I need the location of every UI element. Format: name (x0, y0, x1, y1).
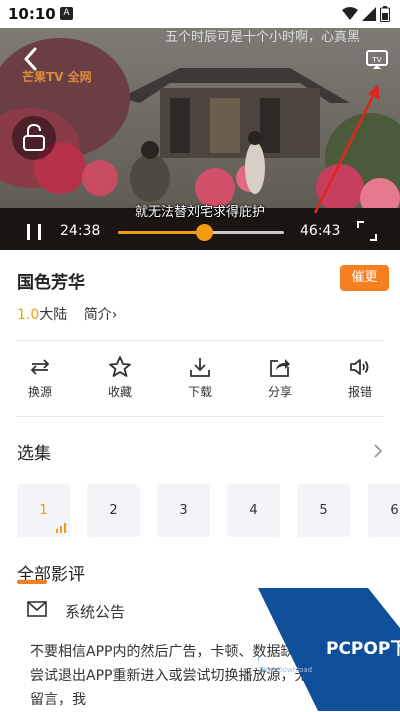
download-icon (190, 358, 210, 377)
episode-item[interactable]: 6 (368, 484, 400, 537)
star-icon (109, 356, 131, 377)
action-label: 分享 (267, 385, 292, 399)
screen-lock-button[interactable] (12, 116, 56, 160)
episode-number: 5 (319, 503, 328, 518)
report-error-button[interactable]: 报错 (320, 355, 400, 415)
status-icons (342, 6, 390, 22)
video-player[interactable]: 五个时辰可是十个小时啊，心真黑 芒果TV 全网 TV 就无法替刘宅求得庇护 24… (0, 28, 400, 250)
notice-title: 系统公告 (65, 603, 126, 621)
switch-source-button[interactable]: 换源 (0, 355, 80, 415)
switch-source-icon (30, 359, 50, 375)
channel-logo: 芒果TV 全网 (22, 70, 92, 84)
status-time: 10:10 (8, 5, 56, 23)
tab-indicator (17, 580, 47, 584)
signal-icon (362, 7, 376, 21)
action-label: 报错 (347, 385, 372, 399)
total-time: 46:43 (300, 223, 341, 239)
divider (17, 416, 383, 417)
action-bar: 换源 收藏 下载 分享 报错 (0, 355, 400, 415)
episode-item[interactable]: 4 (227, 484, 280, 537)
action-label: 换源 (27, 385, 52, 399)
update-request-button[interactable]: 催更 (340, 265, 389, 291)
episode-number: 1 (39, 503, 48, 518)
cast-tv-icon[interactable]: TV (365, 48, 389, 72)
episode-item[interactable]: 1 (17, 484, 70, 537)
progress-bar[interactable] (118, 224, 284, 241)
status-bar: 10:10 A (0, 0, 400, 28)
player-controls: 24:38 46:43 (0, 216, 400, 250)
action-label: 下载 (187, 385, 212, 399)
share-icon (270, 359, 290, 377)
chevron-right-icon[interactable] (372, 442, 384, 460)
speaker-icon (350, 359, 369, 375)
divider (17, 340, 383, 341)
wifi-icon (342, 7, 358, 20)
favorite-button[interactable]: 收藏 (80, 355, 160, 415)
notice-text: 不要相信APP内的然后广告，卡顿、数据缺失等问题可尝试退出APP重新进入或尝试切… (30, 644, 365, 708)
playing-bars-icon (56, 523, 66, 533)
episode-number: 2 (109, 503, 118, 518)
chevron-right-icon: › (111, 307, 118, 323)
episode-item[interactable]: 2 (87, 484, 140, 537)
episode-item[interactable]: 3 (157, 484, 210, 537)
intro-label: 简介 (83, 307, 112, 323)
episode-number: 3 (179, 503, 188, 518)
svg-text:TV: TV (371, 56, 381, 64)
episodes-header: 选集 (17, 444, 51, 464)
unlock-icon (23, 123, 45, 151)
show-meta: 1.0大陆 简介› (17, 304, 117, 324)
episode-number: 6 (390, 503, 399, 518)
progress-fill (118, 231, 205, 234)
score: 1.0 (17, 307, 40, 323)
fullscreen-icon[interactable] (356, 220, 378, 242)
intro-link[interactable]: 简介› (84, 307, 118, 323)
pause-icon[interactable] (24, 222, 44, 242)
notification-icon: A (60, 7, 73, 20)
action-label: 收藏 (107, 385, 132, 399)
download-button[interactable]: 下载 (160, 355, 240, 415)
battery-icon (380, 6, 390, 22)
episode-list: 1 2 3 4 5 6 (17, 484, 400, 538)
danmaku-text: 五个时辰可是十个小时啊，心真黑 (165, 30, 361, 45)
episode-item[interactable]: 5 (297, 484, 350, 537)
progress-thumb[interactable] (196, 224, 214, 241)
show-title: 国色芳华 (17, 273, 85, 293)
current-time: 24:38 (60, 223, 101, 239)
episode-number: 4 (249, 503, 258, 518)
mail-icon (27, 601, 47, 617)
share-button[interactable]: 分享 (240, 355, 320, 415)
region: 大陆 (39, 307, 68, 323)
